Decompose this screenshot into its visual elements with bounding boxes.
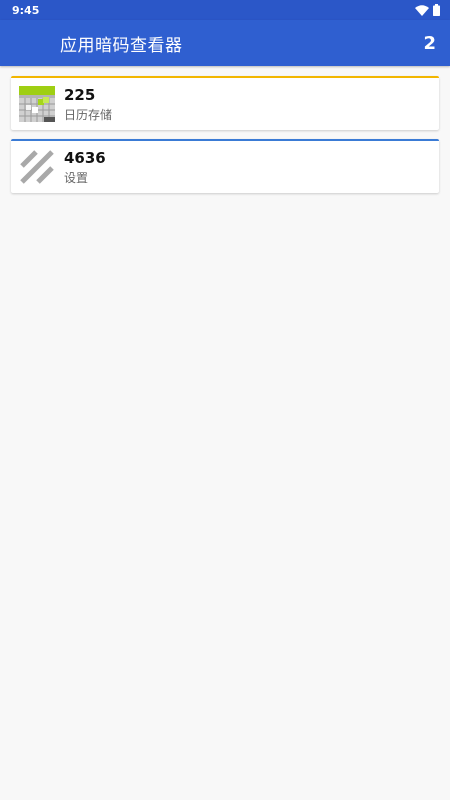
list-item-settings[interactable]: 4636 设置 <box>11 139 439 193</box>
item-name: 设置 <box>64 171 89 185</box>
app-bar: 应用暗码查看器 2 <box>0 20 450 66</box>
status-bar: 9:45 <box>0 0 450 20</box>
status-time: 9:45 <box>12 3 40 17</box>
app-title: 应用暗码查看器 <box>60 35 183 56</box>
item-name: 日历存储 <box>64 108 113 122</box>
wifi-icon <box>415 4 429 16</box>
item-text: 225 日历存储 <box>64 85 112 123</box>
calendar-storage-icon <box>19 86 55 122</box>
item-code: 4636 <box>64 149 106 167</box>
battery-icon <box>433 4 440 16</box>
list-item-calendar-storage[interactable]: 225 日历存储 <box>11 76 439 130</box>
code-list: 225 日历存储 4636 设置 <box>0 66 450 212</box>
item-count: 2 <box>423 32 436 54</box>
item-text: 4636 设置 <box>64 148 106 186</box>
item-code: 225 <box>64 86 96 104</box>
settings-striped-icon <box>20 150 54 184</box>
status-icons <box>415 4 440 16</box>
